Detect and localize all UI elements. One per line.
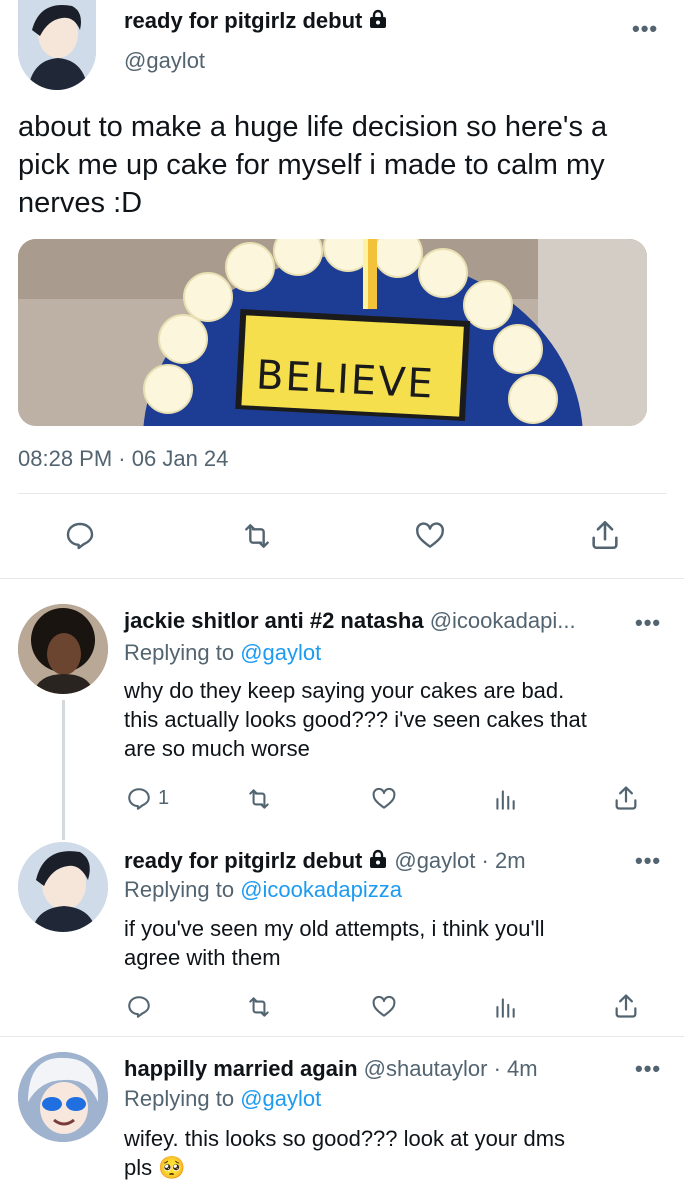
thread-line bbox=[62, 700, 65, 840]
replying-label: Replying to bbox=[124, 640, 235, 665]
avatar[interactable] bbox=[18, 1052, 108, 1142]
author-display-name[interactable]: jackie shitlor anti #2 natasha bbox=[124, 608, 424, 633]
reply-text: wifey. this looks so good??? look at you… bbox=[124, 1124, 674, 1182]
share-icon[interactable] bbox=[612, 992, 640, 1020]
replying-label: Replying to bbox=[124, 1086, 235, 1111]
reply-text-line: pls bbox=[124, 1155, 153, 1180]
reply-text-line: if you've seen my old attempts, i think … bbox=[124, 916, 545, 941]
author-handle[interactable]: @shautaylor bbox=[364, 1056, 488, 1081]
reply-text-line-with-emoji: pls 🥺 bbox=[124, 1153, 674, 1182]
reply-text: why do they keep saying your cakes are b… bbox=[124, 676, 674, 763]
reply-icon[interactable] bbox=[64, 520, 96, 552]
replying-to-handle-link[interactable]: @gaylot bbox=[240, 1086, 321, 1111]
avatar[interactable] bbox=[18, 604, 108, 694]
like-icon[interactable] bbox=[370, 786, 398, 812]
replying-to: Replying to @icookadapizza bbox=[124, 877, 402, 903]
retweet-icon[interactable] bbox=[245, 994, 273, 1020]
analytics-icon[interactable] bbox=[492, 994, 518, 1020]
replying-to-handle-link[interactable]: @icookadapizza bbox=[240, 877, 402, 902]
reply-text-line: why do they keep saying your cakes are b… bbox=[124, 678, 565, 703]
tweet-date: 06 Jan 24 bbox=[131, 446, 229, 471]
more-options-button[interactable]: ••• bbox=[635, 848, 661, 874]
tweet-text-line: pick me up cake for myself i made to cal… bbox=[18, 149, 605, 181]
tweet-text-line: nerves :D bbox=[18, 187, 143, 219]
reply-text-line: this actually looks good??? i've seen ca… bbox=[124, 707, 587, 732]
cake-sign-text: BELIEVE bbox=[254, 352, 436, 408]
reply-header: jackie shitlor anti #2 natasha @icookada… bbox=[124, 608, 576, 634]
pleading-face-emoji: 🥺 bbox=[158, 1155, 186, 1180]
author-name[interactable]: ready for pitgirlz debut bbox=[124, 8, 388, 35]
reply-text-line: agree with them bbox=[124, 945, 281, 970]
like-icon[interactable] bbox=[370, 994, 398, 1020]
author-handle[interactable]: @gaylot bbox=[124, 48, 205, 74]
replying-to: Replying to @gaylot bbox=[124, 1086, 321, 1112]
reply-icon[interactable] bbox=[126, 786, 152, 812]
section-divider bbox=[0, 1036, 684, 1037]
avatar[interactable] bbox=[18, 0, 96, 90]
author-handle[interactable]: @gaylot bbox=[394, 848, 475, 873]
more-options-button[interactable]: ••• bbox=[635, 1056, 661, 1082]
reply-count: 1 bbox=[158, 787, 170, 809]
timestamp: 08:28 PM · 06 Jan 24 bbox=[18, 446, 228, 472]
author-display-name[interactable]: ready for pitgirlz debut bbox=[124, 848, 362, 873]
reply-header: happilly married again @shautaylor · 4m bbox=[124, 1056, 538, 1082]
reply-text-line: are so much worse bbox=[124, 736, 310, 761]
reply-header: ready for pitgirlz debut @gaylot · 2m bbox=[124, 848, 526, 875]
divider bbox=[18, 493, 667, 494]
share-icon[interactable] bbox=[588, 518, 622, 552]
replying-to-handle-link[interactable]: @gaylot bbox=[240, 640, 321, 665]
reply-time: · 4m bbox=[493, 1056, 538, 1081]
replying-label: Replying to bbox=[124, 877, 235, 902]
tweet-image[interactable]: BELIEVE bbox=[18, 239, 647, 426]
more-options-button[interactable]: ••• bbox=[632, 16, 658, 42]
avatar[interactable] bbox=[18, 842, 108, 932]
more-options-button[interactable]: ••• bbox=[635, 610, 661, 636]
reply-time: · 2m bbox=[481, 848, 526, 873]
tweet-text-line: about to make a huge life decision so he… bbox=[18, 111, 608, 143]
tweet-text: about to make a huge life decision so he… bbox=[18, 108, 678, 222]
lock-icon bbox=[368, 849, 388, 875]
section-divider bbox=[0, 578, 684, 579]
analytics-icon[interactable] bbox=[492, 786, 518, 812]
reply-text-line: wifey. this looks so good??? look at you… bbox=[124, 1126, 566, 1151]
tweet-time: 08:28 PM bbox=[18, 446, 113, 471]
replying-to: Replying to @gaylot bbox=[124, 640, 321, 666]
author-handle[interactable]: @icookadapi... bbox=[430, 608, 576, 633]
author-display-name[interactable]: happilly married again bbox=[124, 1056, 358, 1081]
like-icon[interactable] bbox=[413, 520, 447, 552]
share-icon[interactable] bbox=[612, 784, 640, 812]
reply-icon[interactable] bbox=[126, 994, 152, 1020]
lock-icon bbox=[368, 9, 388, 35]
reply-text: if you've seen my old attempts, i think … bbox=[124, 914, 674, 972]
author-display-name[interactable]: ready for pitgirlz debut bbox=[124, 8, 362, 33]
retweet-icon[interactable] bbox=[245, 786, 273, 812]
timestamp-separator: · bbox=[118, 446, 126, 471]
retweet-icon[interactable] bbox=[240, 520, 274, 552]
